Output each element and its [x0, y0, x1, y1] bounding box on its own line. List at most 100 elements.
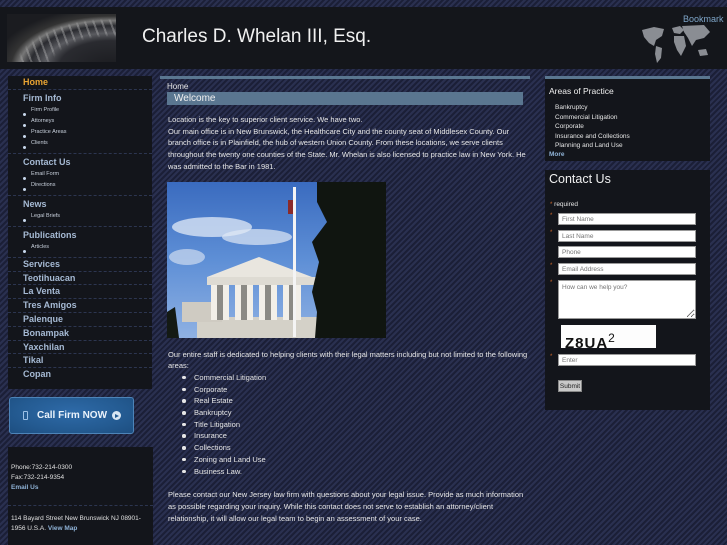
submit-button[interactable]: Submit — [558, 380, 582, 392]
required-marker: * — [550, 230, 553, 236]
nav-articles[interactable]: Articles — [31, 244, 49, 250]
main-content: Home Welcome Location is the key to supe… — [160, 76, 530, 524]
firm-info-submenu: Firm Profile Attorneys Practice Areas Cl… — [8, 104, 152, 154]
publications-submenu: Articles — [8, 241, 152, 258]
practice-area-item: Business Law. — [182, 466, 530, 478]
nav-sub-item[interactable]: Directions — [23, 181, 152, 192]
practice-area-item: Collections — [182, 442, 530, 454]
nav-firm-profile[interactable]: Firm Profile — [31, 107, 59, 113]
bookmark-link[interactable]: Bookmark — [683, 14, 724, 24]
supreme-court-photo — [167, 181, 386, 338]
captcha-image: Z8UA2 — [561, 325, 656, 348]
site-title: Charles D. Whelan III, Esq. — [142, 26, 372, 47]
email-field[interactable] — [558, 263, 696, 275]
required-note: * required — [550, 201, 578, 208]
nav-copan[interactable]: Copan — [8, 368, 152, 382]
view-map-link[interactable]: View Map — [48, 525, 78, 532]
nav-attorneys[interactable]: Attorneys — [31, 118, 54, 124]
phone-field[interactable] — [558, 246, 696, 258]
required-label: required — [554, 201, 579, 208]
areas-of-practice-box: Areas of Practice Bankruptcy Commercial … — [545, 76, 710, 161]
nav-contact-us[interactable]: Contact Us — [8, 154, 152, 168]
nav-practice-areas[interactable]: Practice Areas — [31, 129, 66, 135]
practice-areas-list: Commercial Litigation Corporate Real Est… — [182, 372, 530, 477]
nav-yaxchilan[interactable]: Yaxchilan — [8, 341, 152, 355]
divider — [8, 505, 153, 506]
intro-paragraph: Our main office is in New Brunswick, the… — [168, 126, 526, 171]
nav-sub-item[interactable]: Attorneys — [23, 117, 152, 128]
practice-area-item: Bankruptcy — [182, 407, 530, 419]
nav-news[interactable]: News — [8, 196, 152, 210]
nav-la-venta[interactable]: La Venta — [8, 285, 152, 300]
area-item[interactable]: Planning and Land Use — [555, 141, 710, 151]
practice-area-item: Title Litigation — [182, 419, 530, 431]
intro-text: Location is the key to superior client s… — [168, 114, 528, 173]
nav-palenque[interactable]: Palenque — [8, 313, 152, 327]
call-firm-now-button[interactable]: Call Firm NOW — [9, 397, 134, 434]
area-item[interactable]: Insurance and Collections — [555, 132, 710, 142]
phone-fax-block: Phone:732-214-0300 Fax:732-214-9354 Emai… — [11, 463, 72, 493]
captcha-text: Z8UA — [565, 335, 609, 348]
first-name-field[interactable] — [558, 213, 696, 225]
area-item[interactable]: Corporate — [555, 122, 710, 132]
nav-directions[interactable]: Directions — [31, 182, 55, 188]
area-item[interactable]: Commercial Litigation — [555, 113, 710, 123]
practice-area-item: Commercial Litigation — [182, 372, 530, 384]
nav-sub-item[interactable]: Email Form — [23, 170, 152, 181]
page-heading: Welcome — [167, 92, 523, 105]
site-header: Charles D. Whelan III, Esq. Bookmark — [0, 7, 727, 69]
nav-tres-amigos[interactable]: Tres Amigos — [8, 299, 152, 313]
practice-area-item: Zoning and Land Use — [182, 454, 530, 466]
required-marker: * — [550, 213, 553, 219]
play-arrow-icon — [112, 411, 122, 420]
contact-info-box: Phone:732-214-0300 Fax:732-214-9354 Emai… — [8, 447, 153, 545]
nav-services[interactable]: Services — [8, 258, 152, 272]
nav-home[interactable]: Home — [8, 76, 152, 90]
nav-sub-item[interactable]: Practice Areas — [23, 128, 152, 139]
nav-sub-item[interactable]: Clients — [23, 139, 152, 150]
fax-number: Fax:732-214-9354 — [11, 474, 65, 481]
last-name-field[interactable] — [558, 230, 696, 242]
breadcrumb-home[interactable]: Home — [167, 82, 530, 91]
captcha-superscript: 2 — [608, 331, 616, 345]
news-submenu: Legal Briefs — [8, 210, 152, 227]
phone-number: Phone:732-214-0300 — [11, 464, 73, 471]
contact-submenu: Email Form Directions — [8, 168, 152, 196]
areas-of-practice-list: Bankruptcy Commercial Litigation Corpora… — [555, 103, 710, 151]
nav-sub-item[interactable]: Legal Briefs — [23, 212, 152, 223]
nav-clients[interactable]: Clients — [31, 140, 48, 146]
nav-firm-info[interactable]: Firm Info — [8, 90, 152, 104]
box-top-bar — [545, 76, 710, 79]
nav-email-form[interactable]: Email Form — [31, 171, 59, 177]
phone-icon — [23, 411, 28, 420]
more-link[interactable]: More — [549, 151, 710, 159]
nav-tikal[interactable]: Tikal — [8, 354, 152, 369]
practice-area-item: Insurance — [182, 430, 530, 442]
nav-publications[interactable]: Publications — [8, 227, 152, 241]
contact-form-box: Contact Us * required * * * * * — [545, 170, 710, 410]
required-marker: * — [550, 263, 553, 269]
captcha-input[interactable] — [558, 354, 696, 366]
areas-intro-text: Our entire staff is dedicated to helping… — [168, 349, 528, 371]
required-marker: * — [550, 280, 553, 286]
contact-form-title: Contact Us — [549, 172, 611, 186]
practice-area-item: Real Estate — [182, 395, 530, 407]
required-marker: * — [550, 354, 553, 360]
nav-sub-item[interactable]: Firm Profile — [23, 106, 152, 117]
nav-sub-item[interactable]: Articles — [23, 243, 152, 254]
message-textarea[interactable] — [558, 280, 696, 319]
left-navigation: Home Firm Info Firm Profile Attorneys Pr… — [8, 76, 152, 389]
email-us-link[interactable]: Email Us — [11, 484, 38, 491]
closing-paragraph: Please contact our New Jersey law firm w… — [168, 490, 524, 523]
intro-line: Location is the key to superior client s… — [168, 115, 363, 124]
practice-area-item: Corporate — [182, 384, 530, 396]
area-item[interactable]: Bankruptcy — [555, 103, 710, 113]
required-marker: * — [550, 202, 553, 208]
capitol-dome-image — [7, 14, 116, 62]
address-block: 114 Bayard Street New Brunswick NJ 08901… — [11, 514, 153, 534]
main-top-bar — [160, 76, 530, 79]
world-map-image — [634, 18, 716, 68]
nav-legal-briefs[interactable]: Legal Briefs — [31, 213, 60, 219]
nav-teotihuacan[interactable]: Teotihuacan — [8, 272, 152, 286]
nav-bonampak[interactable]: Bonampak — [8, 327, 152, 341]
